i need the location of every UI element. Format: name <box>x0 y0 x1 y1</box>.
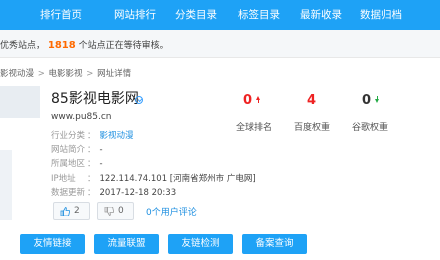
info-ip: IP地址： 122.114.74.101 [河南省郑州市 广电网] <box>51 174 256 184</box>
arrow-down-icon <box>375 99 379 103</box>
site-url[interactable]: www.pu85.cn <box>51 112 112 122</box>
global-rank-label: 全球排名 <box>236 123 273 133</box>
intro-value: - <box>99 145 103 155</box>
breadcrumb-separator: > <box>37 69 45 79</box>
breadcrumb-separator: > <box>86 69 94 79</box>
region-value: - <box>99 159 103 169</box>
site-thumbnail-shadow <box>0 150 12 220</box>
category-link[interactable]: 影视动漫 <box>100 131 134 141</box>
info-region: 所属地区： - <box>51 159 103 169</box>
info-label: 数据更新 <box>51 188 86 198</box>
google-weight-label: 谷歌权重 <box>352 123 389 133</box>
notice-bar: 优秀站点， 1818 个站点正在等待审核。 <box>0 30 440 58</box>
global-rank-value: 0 <box>243 93 253 108</box>
thumbs-down-icon <box>104 207 114 216</box>
notice-suffix: 个站点正在等待审核。 <box>78 41 169 51</box>
nav-item-archive[interactable]: 数据归档 <box>360 0 402 30</box>
info-intro: 网站简介： - <box>51 145 103 155</box>
verified-icon <box>135 96 143 104</box>
friend-links-button[interactable]: 友情链接 <box>20 234 85 254</box>
info-label: 网站简介 <box>51 145 86 155</box>
info-updated: 数据更新： 2017-12-18 20:33 <box>51 188 177 198</box>
vote-down-button[interactable]: 0 <box>97 202 134 220</box>
info-label: 行业分类 <box>51 131 86 141</box>
updated-value: 2017-12-18 20:33 <box>99 188 177 198</box>
baidu-weight-value: 4 <box>307 93 317 108</box>
nav-item-rank-home[interactable]: 排行首页 <box>40 0 82 30</box>
vote-down-count: 0 <box>118 206 124 216</box>
breadcrumb-item-anime[interactable]: 影视动漫 <box>0 69 34 79</box>
info-label: IP地址 <box>51 174 76 184</box>
info-category: 行业分类：影视动漫 <box>51 131 134 141</box>
site-title: 85影视电影网 <box>51 91 139 107</box>
top-nav: 排行首页 网站排行 分类目录 标签目录 最新收录 数据归档 <box>0 0 440 30</box>
icp-lookup-button[interactable]: 备案查询 <box>242 234 307 254</box>
comments-link[interactable]: 0个用户评论 <box>146 205 197 218</box>
nav-item-latest[interactable]: 最新收录 <box>300 0 342 30</box>
vote-up-button[interactable]: 2 <box>53 202 90 220</box>
breadcrumb-item-detail: 网址详情 <box>97 69 132 79</box>
nav-item-tag-dir[interactable]: 标签目录 <box>238 0 280 30</box>
notice-text: 优秀站点， 1818 个站点正在等待审核。 <box>0 38 169 51</box>
link-check-button[interactable]: 友链检测 <box>168 234 233 254</box>
info-label: 所属地区 <box>51 159 86 169</box>
site-thumbnail <box>0 86 40 118</box>
vote-up-count: 2 <box>74 206 80 216</box>
breadcrumb: 影视动漫 > 电影影视 > 网址详情 <box>0 67 131 79</box>
ip-value: 122.114.74.101 [河南省郑州市 广电网] <box>99 174 256 184</box>
arrow-up-icon <box>258 100 259 103</box>
notice-prefix: 优秀站点， <box>0 41 46 51</box>
nav-item-category-dir[interactable]: 分类目录 <box>175 0 217 30</box>
google-weight-value: 0 <box>362 93 372 108</box>
baidu-weight-label: 百度权重 <box>294 123 331 133</box>
nav-item-site-rank[interactable]: 网站排行 <box>114 0 156 30</box>
pending-count: 1818 <box>47 40 76 51</box>
breadcrumb-item-movies[interactable]: 电影影视 <box>49 69 83 79</box>
traffic-alliance-button[interactable]: 流量联盟 <box>94 234 159 254</box>
thumbs-up-icon <box>60 207 70 216</box>
